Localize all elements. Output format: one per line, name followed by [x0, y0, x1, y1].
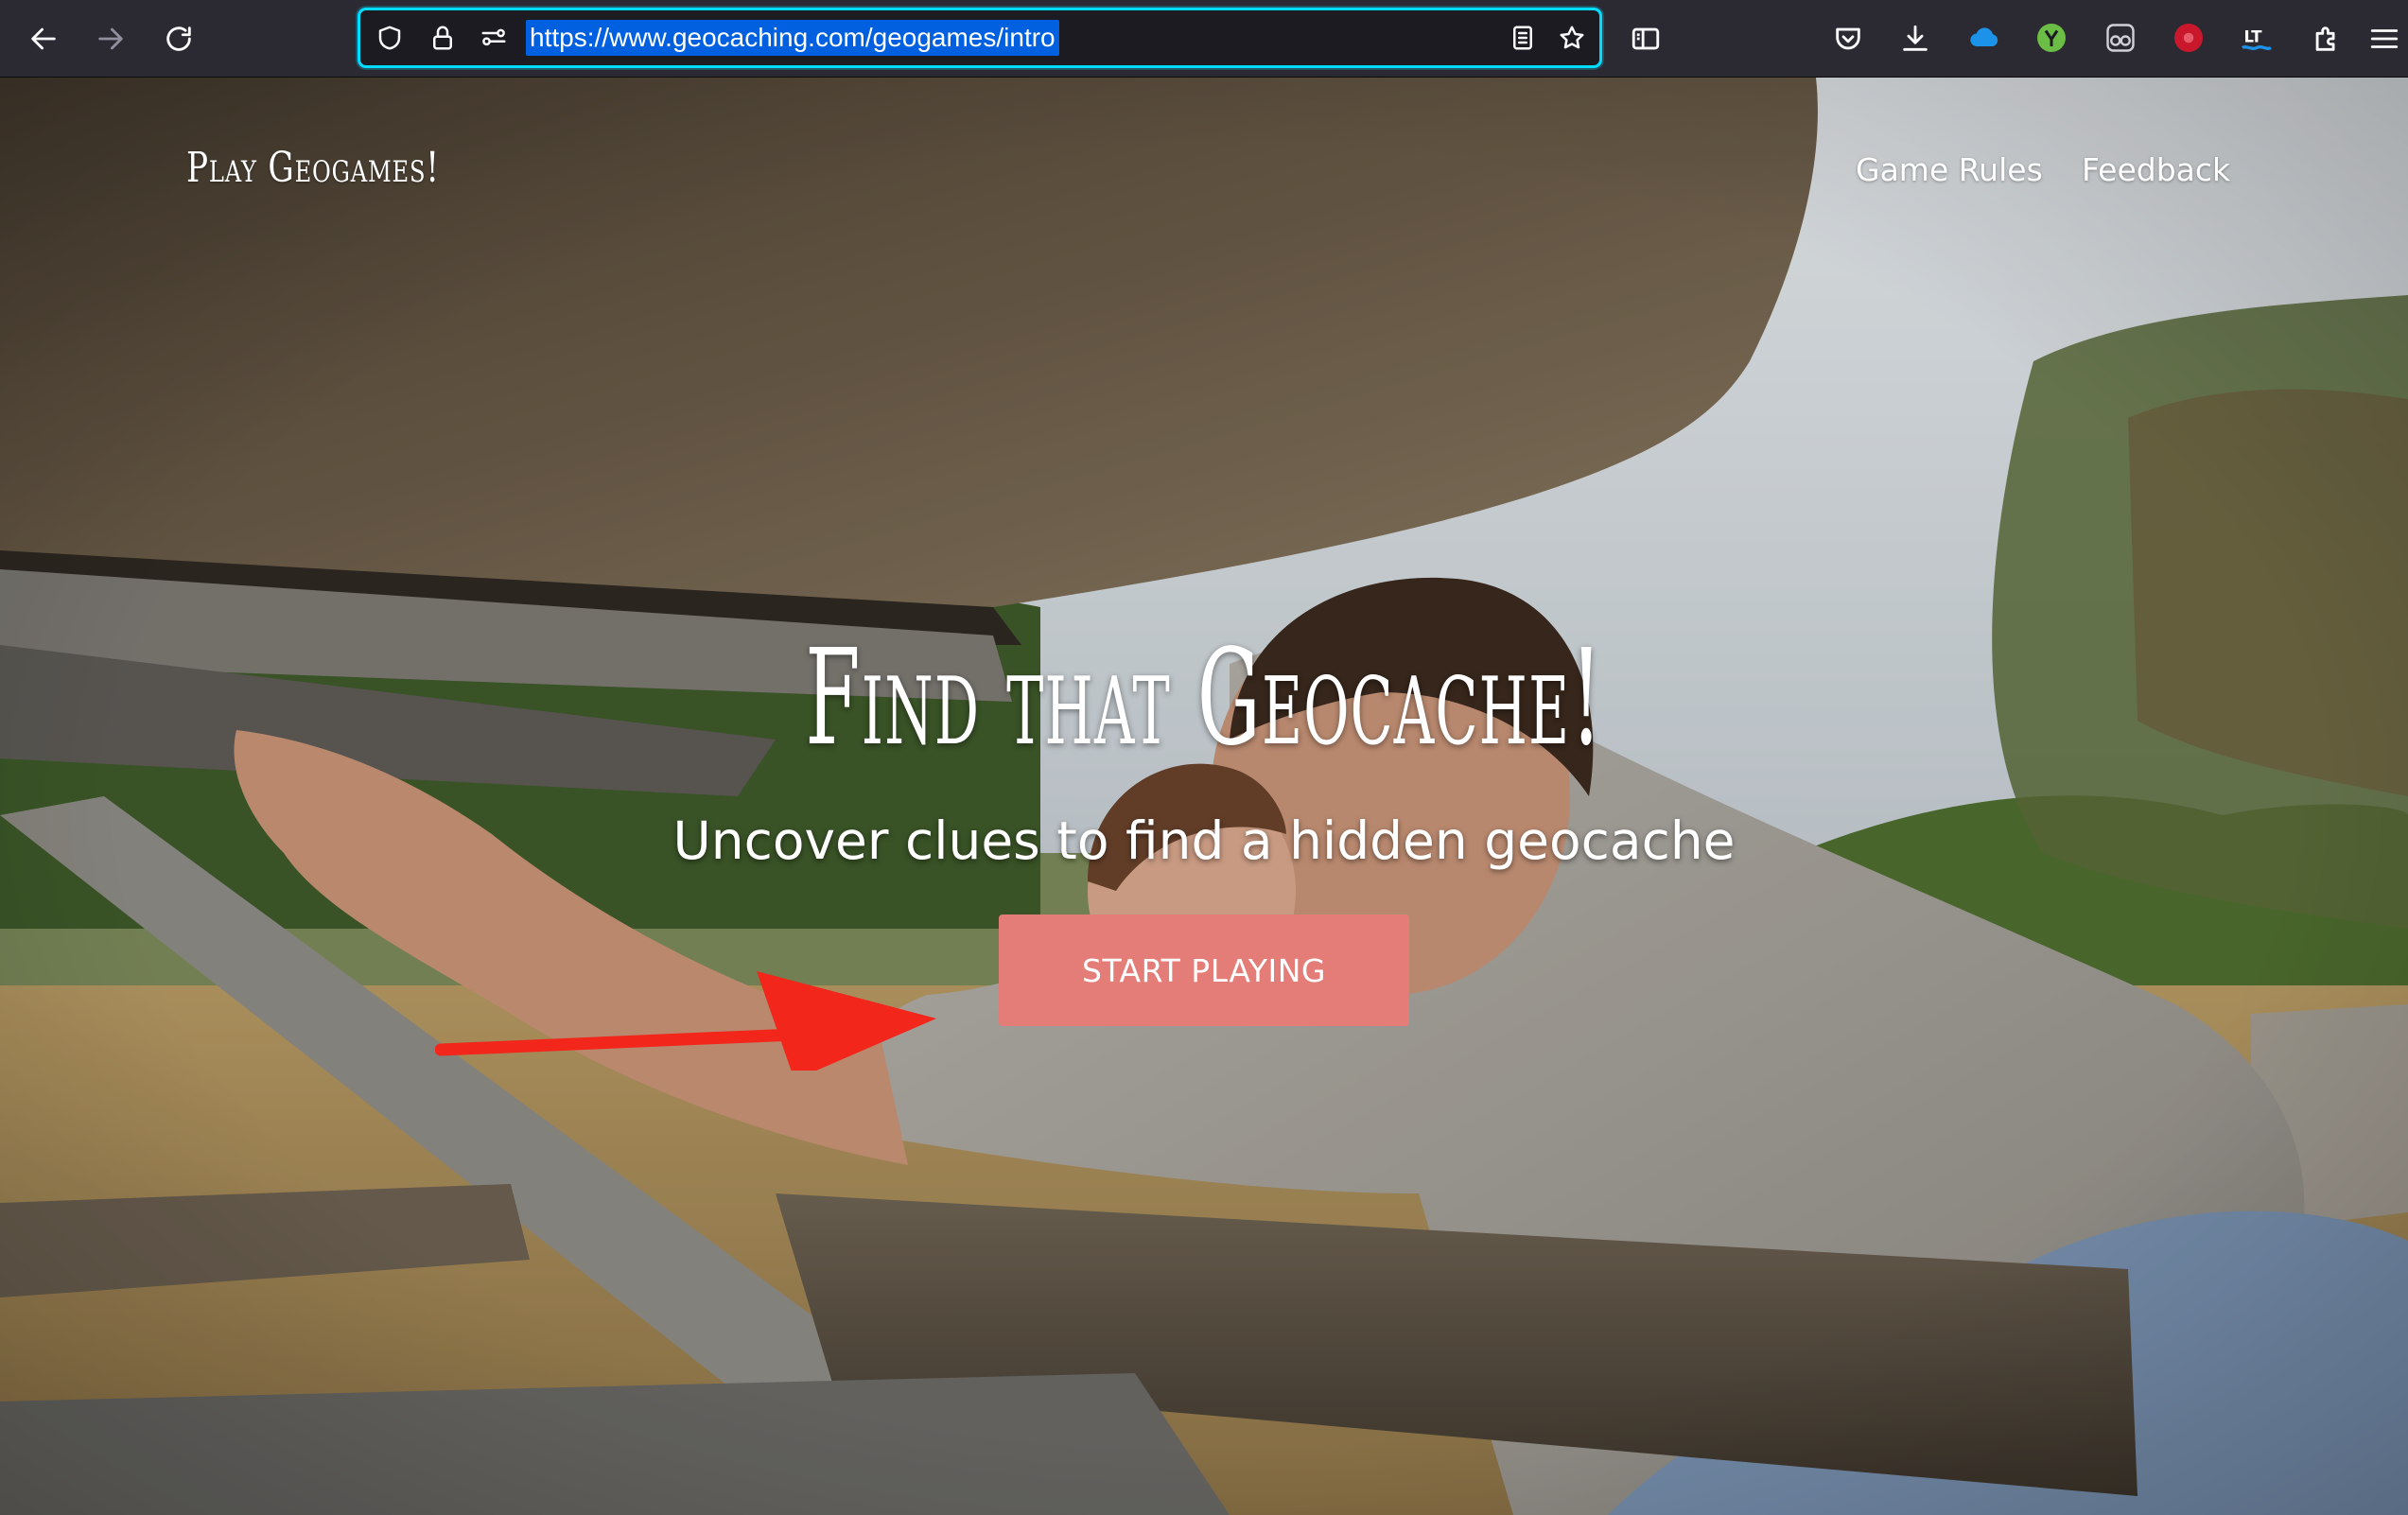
reader-view-icon[interactable] [1507, 22, 1539, 54]
menu-icon[interactable] [2361, 13, 2408, 64]
extension-glasses-icon[interactable] [2102, 19, 2139, 57]
svg-text:LT: LT [2244, 28, 2263, 46]
shield-icon[interactable] [374, 22, 406, 54]
hero-title: Find that Geocache! [0, 621, 2408, 775]
hero-subtitle: Uncover clues to find a hidden geocache [672, 810, 1736, 871]
extensions-puzzle-icon[interactable] [2301, 13, 2352, 64]
nav-feedback[interactable]: Feedback [2082, 151, 2230, 188]
extension-red-icon[interactable] [2170, 19, 2207, 57]
extension-green-icon[interactable] [2033, 19, 2070, 57]
hero-background-image [0, 78, 2408, 1515]
browser-toolbar: https://www.geocaching.com/geogames/intr… [0, 0, 2408, 78]
forward-icon[interactable] [85, 13, 136, 64]
download-icon[interactable] [1890, 13, 1941, 64]
permissions-icon[interactable] [478, 22, 510, 54]
reload-icon[interactable] [153, 13, 204, 64]
lock-icon[interactable] [427, 22, 459, 54]
site-logo[interactable]: Play Geogames! [186, 144, 440, 192]
bookmark-star-icon[interactable] [1556, 22, 1588, 54]
start-playing-button[interactable]: START PLAYING [999, 914, 1409, 1026]
back-icon[interactable] [18, 13, 69, 64]
page-content: Play Geogames! Game Rules Feedback Find … [0, 78, 2408, 1515]
sidebar-icon[interactable] [1620, 13, 1671, 64]
cloud-icon[interactable] [1965, 19, 2003, 57]
extension-lt-icon[interactable]: LT [2238, 19, 2276, 57]
nav-game-rules[interactable]: Game Rules [1856, 151, 2043, 188]
url-text[interactable]: https://www.geocaching.com/geogames/intr… [526, 20, 1059, 56]
pocket-icon[interactable] [1823, 13, 1874, 64]
hero-title-text: Find that Geocache! [805, 621, 1603, 775]
annotation-arrow [434, 929, 946, 1080]
url-bar[interactable]: https://www.geocaching.com/geogames/intr… [358, 8, 1602, 68]
